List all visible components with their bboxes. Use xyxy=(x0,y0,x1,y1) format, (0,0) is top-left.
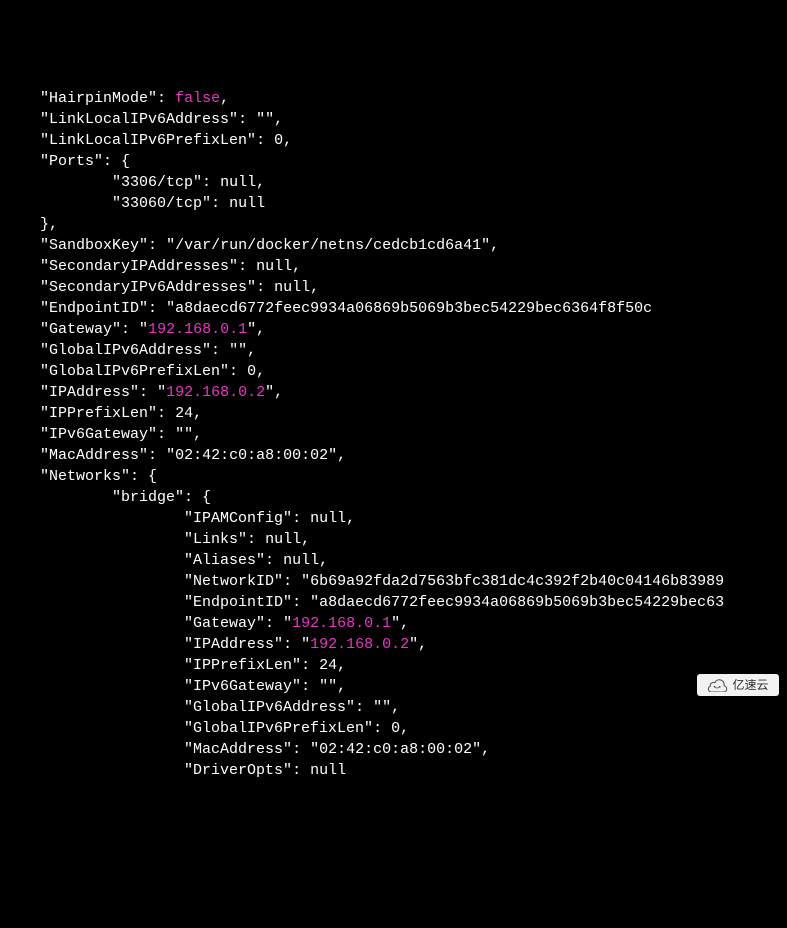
json-line: "3306/tcp": null, xyxy=(4,172,787,193)
json-line: "SandboxKey": "/var/run/docker/netns/ced… xyxy=(4,235,787,256)
json-line: "IPv6Gateway": "", xyxy=(4,676,787,697)
json-line: "GlobalIPv6Address": "", xyxy=(4,697,787,718)
json-line: "MacAddress": "02:42:c0:a8:00:02", xyxy=(4,739,787,760)
json-line: "33060/tcp": null xyxy=(4,193,787,214)
json-line: "IPv6Gateway": "", xyxy=(4,424,787,445)
json-line: "GlobalIPv6Address": "", xyxy=(4,340,787,361)
json-line: "Gateway": "192.168.0.1", xyxy=(4,319,787,340)
json-line: "Aliases": null, xyxy=(4,550,787,571)
json-line: "LinkLocalIPv6PrefixLen": 0, xyxy=(4,130,787,151)
json-line: "MacAddress": "02:42:c0:a8:00:02", xyxy=(4,445,787,466)
json-line: "Links": null, xyxy=(4,529,787,550)
json-line: "SecondaryIPv6Addresses": null, xyxy=(4,277,787,298)
json-line: "IPAddress": "192.168.0.2", xyxy=(4,634,787,655)
cloud-icon xyxy=(707,678,729,692)
watermark-badge: 亿速云 xyxy=(697,674,779,696)
json-line: "NetworkID": "6b69a92fda2d7563bfc381dc4c… xyxy=(4,571,787,592)
json-line: "Gateway": "192.168.0.1", xyxy=(4,613,787,634)
json-line: "GlobalIPv6PrefixLen": 0, xyxy=(4,361,787,382)
json-line: "bridge": { xyxy=(4,487,787,508)
json-line: }, xyxy=(4,214,787,235)
json-line: "EndpointID": "a8daecd6772feec9934a06869… xyxy=(4,298,787,319)
terminal-output: "HairpinMode": false, "LinkLocalIPv6Addr… xyxy=(0,84,787,781)
json-line: "GlobalIPv6PrefixLen": 0, xyxy=(4,718,787,739)
json-line: "IPPrefixLen": 24, xyxy=(4,655,787,676)
json-line: "EndpointID": "a8daecd6772feec9934a06869… xyxy=(4,592,787,613)
json-line: "IPPrefixLen": 24, xyxy=(4,403,787,424)
json-line: "Networks": { xyxy=(4,466,787,487)
json-line: "IPAddress": "192.168.0.2", xyxy=(4,382,787,403)
json-line: "LinkLocalIPv6Address": "", xyxy=(4,109,787,130)
json-line: "SecondaryIPAddresses": null, xyxy=(4,256,787,277)
json-line: "DriverOpts": null xyxy=(4,760,787,781)
json-line: "IPAMConfig": null, xyxy=(4,508,787,529)
json-line: "Ports": { xyxy=(4,151,787,172)
watermark-text: 亿速云 xyxy=(732,675,768,696)
json-line: "HairpinMode": false, xyxy=(4,88,787,109)
